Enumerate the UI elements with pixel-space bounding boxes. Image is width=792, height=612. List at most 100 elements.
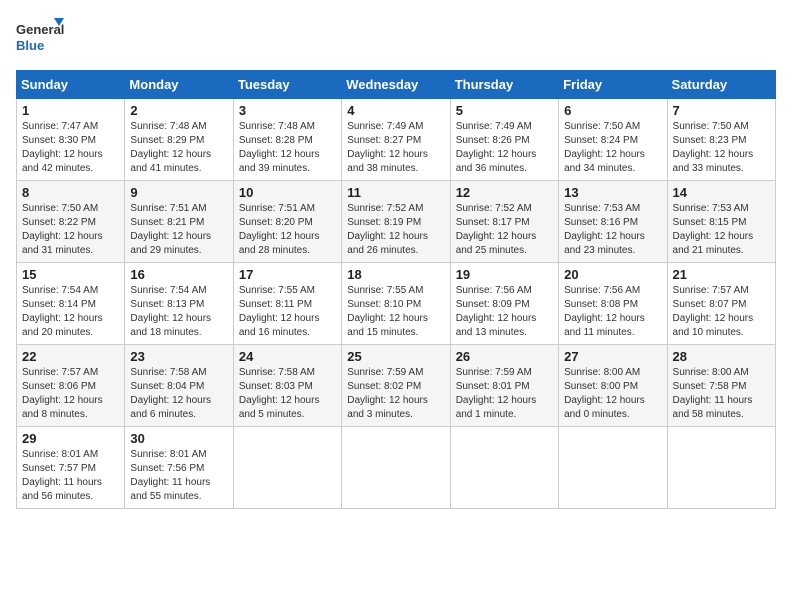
day-number: 21 bbox=[673, 267, 770, 282]
day-cell: 13 Sunrise: 7:53 AMSunset: 8:16 PMDayligh… bbox=[559, 181, 667, 263]
day-info: Sunrise: 7:55 AMSunset: 8:11 PMDaylight:… bbox=[239, 284, 336, 340]
header-cell-tuesday: Tuesday bbox=[233, 71, 341, 99]
day-cell: 18 Sunrise: 7:55 AMSunset: 8:10 PMDayligh… bbox=[342, 263, 450, 345]
day-cell: 23 Sunrise: 7:58 AMSunset: 8:04 PMDayligh… bbox=[125, 345, 233, 427]
day-number: 1 bbox=[22, 103, 119, 118]
day-cell: 8 Sunrise: 7:50 AMSunset: 8:22 PMDaylight… bbox=[17, 181, 125, 263]
day-info: Sunrise: 7:50 AMSunset: 8:24 PMDaylight:… bbox=[564, 120, 661, 176]
day-info: Sunrise: 8:00 AMSunset: 7:58 PMDaylight:… bbox=[673, 366, 770, 422]
day-number: 2 bbox=[130, 103, 227, 118]
day-info: Sunrise: 7:53 AMSunset: 8:15 PMDaylight:… bbox=[673, 202, 770, 258]
day-cell: 22 Sunrise: 7:57 AMSunset: 8:06 PMDayligh… bbox=[17, 345, 125, 427]
day-cell: 15 Sunrise: 7:54 AMSunset: 8:14 PMDayligh… bbox=[17, 263, 125, 345]
day-number: 6 bbox=[564, 103, 661, 118]
header: General Blue bbox=[16, 16, 776, 60]
day-cell: 21 Sunrise: 7:57 AMSunset: 8:07 PMDayligh… bbox=[667, 263, 775, 345]
day-info: Sunrise: 7:48 AMSunset: 8:29 PMDaylight:… bbox=[130, 120, 227, 176]
day-number: 25 bbox=[347, 349, 444, 364]
day-cell: 25 Sunrise: 7:59 AMSunset: 8:02 PMDayligh… bbox=[342, 345, 450, 427]
week-row-2: 8 Sunrise: 7:50 AMSunset: 8:22 PMDaylight… bbox=[17, 181, 776, 263]
day-cell bbox=[450, 427, 558, 509]
day-number: 10 bbox=[239, 185, 336, 200]
header-cell-friday: Friday bbox=[559, 71, 667, 99]
day-info: Sunrise: 7:51 AMSunset: 8:21 PMDaylight:… bbox=[130, 202, 227, 258]
day-cell: 16Sunrise: 7:54 AMSunset: 8:13 PMDayligh… bbox=[125, 263, 233, 345]
day-number: 22 bbox=[22, 349, 119, 364]
day-cell: 19 Sunrise: 7:56 AMSunset: 8:09 PMDayligh… bbox=[450, 263, 558, 345]
day-cell: 12 Sunrise: 7:52 AMSunset: 8:17 PMDayligh… bbox=[450, 181, 558, 263]
day-cell: 4 Sunrise: 7:49 AMSunset: 8:27 PMDaylight… bbox=[342, 99, 450, 181]
day-number: 12 bbox=[456, 185, 553, 200]
day-cell: 26Sunrise: 7:59 AMSunset: 8:01 PMDayligh… bbox=[450, 345, 558, 427]
svg-text:General: General bbox=[16, 22, 64, 37]
day-info: Sunrise: 7:49 AMSunset: 8:27 PMDaylight:… bbox=[347, 120, 444, 176]
day-cell: 14 Sunrise: 7:53 AMSunset: 8:15 PMDayligh… bbox=[667, 181, 775, 263]
week-row-1: 1Sunrise: 7:47 AMSunset: 8:30 PMDaylight… bbox=[17, 99, 776, 181]
day-number: 27 bbox=[564, 349, 661, 364]
day-cell: 9 Sunrise: 7:51 AMSunset: 8:21 PMDaylight… bbox=[125, 181, 233, 263]
day-info: Sunrise: 7:57 AMSunset: 8:06 PMDaylight:… bbox=[22, 366, 119, 422]
day-number: 24 bbox=[239, 349, 336, 364]
day-cell: 30 Sunrise: 8:01 AMSunset: 7:56 PMDayligh… bbox=[125, 427, 233, 509]
day-number: 18 bbox=[347, 267, 444, 282]
calendar-table: SundayMondayTuesdayWednesdayThursdayFrid… bbox=[16, 70, 776, 509]
day-number: 5 bbox=[456, 103, 553, 118]
day-cell: 6 Sunrise: 7:50 AMSunset: 8:24 PMDaylight… bbox=[559, 99, 667, 181]
day-info: Sunrise: 7:54 AMSunset: 8:14 PMDaylight:… bbox=[22, 284, 119, 340]
day-cell: 3 Sunrise: 7:48 AMSunset: 8:28 PMDaylight… bbox=[233, 99, 341, 181]
day-info: Sunrise: 7:52 AMSunset: 8:17 PMDaylight:… bbox=[456, 202, 553, 258]
day-cell bbox=[342, 427, 450, 509]
day-cell: 2 Sunrise: 7:48 AMSunset: 8:29 PMDaylight… bbox=[125, 99, 233, 181]
logo-svg: General Blue bbox=[16, 16, 66, 60]
day-number: 13 bbox=[564, 185, 661, 200]
day-cell: 7Sunrise: 7:50 AMSunset: 8:23 PMDaylight… bbox=[667, 99, 775, 181]
day-cell bbox=[559, 427, 667, 509]
day-cell: 17 Sunrise: 7:55 AMSunset: 8:11 PMDayligh… bbox=[233, 263, 341, 345]
day-number: 11 bbox=[347, 185, 444, 200]
day-info: Sunrise: 7:57 AMSunset: 8:07 PMDaylight:… bbox=[673, 284, 770, 340]
header-cell-sunday: Sunday bbox=[17, 71, 125, 99]
day-info: Sunrise: 7:50 AMSunset: 8:22 PMDaylight:… bbox=[22, 202, 119, 258]
day-info: Sunrise: 8:01 AMSunset: 7:56 PMDaylight:… bbox=[130, 448, 227, 504]
day-info: Sunrise: 7:55 AMSunset: 8:10 PMDaylight:… bbox=[347, 284, 444, 340]
logo: General Blue bbox=[16, 16, 66, 60]
day-info: Sunrise: 7:51 AMSunset: 8:20 PMDaylight:… bbox=[239, 202, 336, 258]
day-number: 8 bbox=[22, 185, 119, 200]
day-number: 7 bbox=[673, 103, 770, 118]
day-number: 17 bbox=[239, 267, 336, 282]
day-info: Sunrise: 7:52 AMSunset: 8:19 PMDaylight:… bbox=[347, 202, 444, 258]
day-cell bbox=[233, 427, 341, 509]
header-row: SundayMondayTuesdayWednesdayThursdayFrid… bbox=[17, 71, 776, 99]
day-cell: 27 Sunrise: 8:00 AMSunset: 8:00 PMDayligh… bbox=[559, 345, 667, 427]
day-info: Sunrise: 7:56 AMSunset: 8:09 PMDaylight:… bbox=[456, 284, 553, 340]
header-cell-thursday: Thursday bbox=[450, 71, 558, 99]
day-info: Sunrise: 7:48 AMSunset: 8:28 PMDaylight:… bbox=[239, 120, 336, 176]
header-cell-wednesday: Wednesday bbox=[342, 71, 450, 99]
header-cell-monday: Monday bbox=[125, 71, 233, 99]
day-info: Sunrise: 7:56 AMSunset: 8:08 PMDaylight:… bbox=[564, 284, 661, 340]
day-number: 19 bbox=[456, 267, 553, 282]
day-cell: 11 Sunrise: 7:52 AMSunset: 8:19 PMDayligh… bbox=[342, 181, 450, 263]
day-number: 4 bbox=[347, 103, 444, 118]
day-number: 20 bbox=[564, 267, 661, 282]
day-cell: 28Sunrise: 8:00 AMSunset: 7:58 PMDayligh… bbox=[667, 345, 775, 427]
day-cell: 24Sunrise: 7:58 AMSunset: 8:03 PMDayligh… bbox=[233, 345, 341, 427]
day-number: 29 bbox=[22, 431, 119, 446]
day-info: Sunrise: 8:00 AMSunset: 8:00 PMDaylight:… bbox=[564, 366, 661, 422]
day-number: 14 bbox=[673, 185, 770, 200]
day-number: 30 bbox=[130, 431, 227, 446]
day-number: 9 bbox=[130, 185, 227, 200]
day-number: 3 bbox=[239, 103, 336, 118]
day-number: 26 bbox=[456, 349, 553, 364]
day-info: Sunrise: 7:58 AMSunset: 8:04 PMDaylight:… bbox=[130, 366, 227, 422]
day-cell: 5Sunrise: 7:49 AMSunset: 8:26 PMDaylight… bbox=[450, 99, 558, 181]
day-cell: 1Sunrise: 7:47 AMSunset: 8:30 PMDaylight… bbox=[17, 99, 125, 181]
day-number: 16 bbox=[130, 267, 227, 282]
header-cell-saturday: Saturday bbox=[667, 71, 775, 99]
day-info: Sunrise: 7:59 AMSunset: 8:02 PMDaylight:… bbox=[347, 366, 444, 422]
day-cell: 10 Sunrise: 7:51 AMSunset: 8:20 PMDayligh… bbox=[233, 181, 341, 263]
day-number: 23 bbox=[130, 349, 227, 364]
day-info: Sunrise: 7:53 AMSunset: 8:16 PMDaylight:… bbox=[564, 202, 661, 258]
day-number: 15 bbox=[22, 267, 119, 282]
day-info: Sunrise: 8:01 AMSunset: 7:57 PMDaylight:… bbox=[22, 448, 119, 504]
